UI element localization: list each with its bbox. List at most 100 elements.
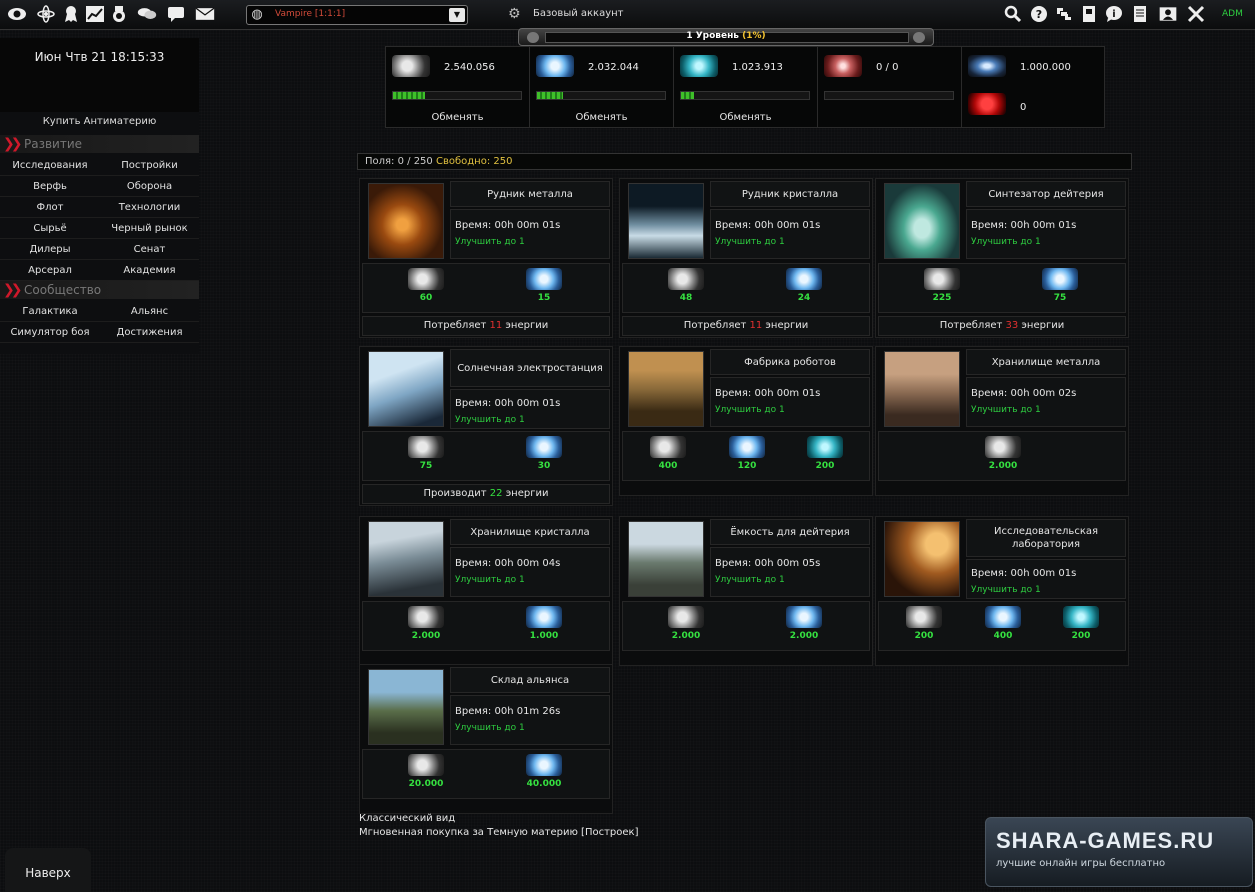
energy-usage: Потребляет 11 энергии bbox=[622, 316, 870, 336]
building-info: Время: 00h 01m 26s Улучшить до 1 bbox=[450, 695, 610, 745]
community-nav: Галактика Альянс Симулятор боя Достижени… bbox=[0, 301, 199, 343]
building-image[interactable] bbox=[884, 521, 960, 597]
notes-icon[interactable] bbox=[1078, 4, 1100, 24]
dark-matter-value: 1.000.000 bbox=[1020, 62, 1071, 73]
metal-exchange-link[interactable]: Обменять bbox=[386, 112, 529, 123]
build-time: Время: 00h 00m 01s bbox=[455, 220, 561, 231]
deuterium-exchange-link[interactable]: Обменять bbox=[674, 112, 817, 123]
mail-icon[interactable] bbox=[193, 4, 217, 24]
section-development[interactable]: ❯❯ Развитие bbox=[0, 135, 199, 153]
build-time: Время: 00h 00m 01s bbox=[715, 220, 821, 231]
message-icon[interactable] bbox=[165, 4, 187, 24]
building-image[interactable] bbox=[368, 351, 444, 427]
building-image[interactable] bbox=[628, 351, 704, 427]
nav-achievements[interactable]: Достижения bbox=[100, 322, 199, 343]
cost-value: 2.000 bbox=[411, 631, 441, 641]
atom-icon[interactable] bbox=[35, 4, 57, 24]
info-icon[interactable]: i bbox=[1103, 4, 1125, 24]
nav-resources[interactable]: Сырьё bbox=[0, 218, 100, 239]
user-icon[interactable] bbox=[1156, 4, 1180, 24]
building-name[interactable]: Солнечная электростанция bbox=[450, 349, 610, 387]
nav-academy[interactable]: Академия bbox=[100, 260, 199, 281]
classic-view-link[interactable]: Классический вид bbox=[359, 813, 455, 824]
planet-fields: Поля: 0 / 250 Свободно: 250 bbox=[357, 153, 1132, 170]
ribbon-icon[interactable] bbox=[60, 4, 82, 24]
upgrade-link[interactable]: Улучшить до 1 bbox=[455, 237, 609, 247]
building-name[interactable]: Фабрика роботов bbox=[710, 349, 870, 375]
building-card: Хранилище кристалла Время: 00h 00m 04s У… bbox=[359, 516, 613, 666]
building-costs: 225 75 bbox=[878, 263, 1126, 313]
nav-technologies[interactable]: Технологии bbox=[100, 197, 199, 218]
building-name[interactable]: Хранилище кристалла bbox=[450, 519, 610, 545]
upgrade-link[interactable]: Улучшить до 1 bbox=[715, 405, 869, 415]
nav-alliance[interactable]: Альянс bbox=[100, 301, 199, 322]
search-icon[interactable] bbox=[1002, 4, 1024, 24]
scroll-top-button[interactable]: Наверх bbox=[5, 848, 91, 892]
nav-fleet[interactable]: Флот bbox=[0, 197, 100, 218]
building-name[interactable]: Рудник металла bbox=[450, 181, 610, 207]
building-name[interactable]: Синтезатор дейтерия bbox=[966, 181, 1126, 207]
document-icon[interactable] bbox=[1129, 4, 1151, 24]
nav-buildings[interactable]: Постройки bbox=[100, 155, 199, 176]
building-image[interactable] bbox=[884, 351, 960, 427]
cost-value: 225 bbox=[932, 293, 952, 303]
building-image[interactable] bbox=[368, 183, 444, 259]
upgrade-link[interactable]: Улучшить до 1 bbox=[715, 575, 869, 585]
tools-icon[interactable] bbox=[1185, 4, 1207, 24]
building-card: Рудник металла Время: 00h 00m 01s Улучши… bbox=[359, 178, 613, 338]
chevron-right-icon: ❯❯ bbox=[3, 136, 23, 152]
admin-link[interactable]: ADM bbox=[1222, 9, 1243, 19]
building-name[interactable]: Рудник кристалла bbox=[710, 181, 870, 207]
medal-icon[interactable] bbox=[108, 4, 130, 24]
upgrade-link[interactable]: Улучшить до 1 bbox=[455, 575, 609, 585]
eye-icon[interactable] bbox=[6, 4, 28, 24]
nav-galaxy[interactable]: Галактика bbox=[0, 301, 100, 322]
building-name[interactable]: Хранилище металла bbox=[966, 349, 1126, 375]
chevron-down-icon[interactable]: ▼ bbox=[449, 8, 465, 22]
chat-icon[interactable] bbox=[134, 4, 160, 24]
nav-shipyard[interactable]: Верфь bbox=[0, 176, 100, 197]
help-icon[interactable]: ? bbox=[1028, 4, 1050, 24]
energy-value: 0 / 0 bbox=[876, 62, 899, 73]
planet-select[interactable]: ◍ Vampire [1:1:1] ▼ bbox=[246, 5, 468, 25]
cost-item: 24 bbox=[776, 268, 832, 303]
top-bar: ◍ Vampire [1:1:1] ▼ ⚙ Базовый аккаунт ? … bbox=[0, 0, 1255, 30]
building-name[interactable]: Склад альянса bbox=[450, 667, 610, 693]
nav-research[interactable]: Исследования bbox=[0, 155, 100, 176]
nav-dealers[interactable]: Дилеры bbox=[0, 239, 100, 260]
upgrade-link[interactable]: Улучшить до 1 bbox=[971, 405, 1125, 415]
upgrade-link[interactable]: Улучшить до 1 bbox=[455, 723, 609, 733]
upgrade-link[interactable]: Улучшить до 1 bbox=[715, 237, 869, 247]
building-image[interactable] bbox=[628, 521, 704, 597]
upgrade-link[interactable]: Улучшить до 1 bbox=[971, 585, 1125, 595]
cost-value: 40.000 bbox=[526, 779, 562, 789]
crystal-exchange-link[interactable]: Обменять bbox=[530, 112, 673, 123]
chart-icon[interactable] bbox=[84, 4, 106, 24]
fullscreen-icon[interactable] bbox=[1053, 4, 1075, 24]
svg-text:i: i bbox=[1112, 9, 1115, 20]
metal-icon bbox=[392, 55, 430, 77]
cost-item: 400 bbox=[640, 436, 696, 471]
nav-black-market[interactable]: Черный рынок bbox=[100, 218, 199, 239]
section-community[interactable]: ❯❯ Сообщество bbox=[0, 281, 199, 299]
instant-buy-link[interactable]: Мгновенная покупка за Темную материю [По… bbox=[359, 827, 638, 838]
buy-antimatter-link[interactable]: Купить Антиматерию bbox=[0, 116, 199, 132]
building-info: Время: 00h 00m 01s Улучшить до 1 bbox=[450, 389, 610, 429]
building-info: Время: 00h 00m 01s Улучшить до 1 bbox=[966, 209, 1126, 259]
building-image[interactable] bbox=[368, 669, 444, 745]
nav-defense[interactable]: Оборона bbox=[100, 176, 199, 197]
gear-icon: ⚙ bbox=[508, 6, 521, 22]
building-name[interactable]: Исследовательская лаборатория bbox=[966, 519, 1126, 557]
building-image[interactable] bbox=[884, 183, 960, 259]
building-image[interactable] bbox=[368, 521, 444, 597]
upgrade-link[interactable]: Улучшить до 1 bbox=[455, 415, 609, 425]
building-card: Хранилище металла Время: 00h 00m 02s Улу… bbox=[875, 346, 1129, 496]
building-name[interactable]: Ёмкость для дейтерия bbox=[710, 519, 870, 545]
nav-battle-simulator[interactable]: Симулятор боя bbox=[0, 322, 100, 343]
upgrade-link[interactable]: Улучшить до 1 bbox=[971, 237, 1125, 247]
building-image[interactable] bbox=[628, 183, 704, 259]
cost-item: 48 bbox=[658, 268, 714, 303]
deuterium-icon bbox=[1063, 606, 1099, 628]
nav-senate[interactable]: Сенат bbox=[100, 239, 199, 260]
nav-arsenal[interactable]: Арсерал bbox=[0, 260, 100, 281]
